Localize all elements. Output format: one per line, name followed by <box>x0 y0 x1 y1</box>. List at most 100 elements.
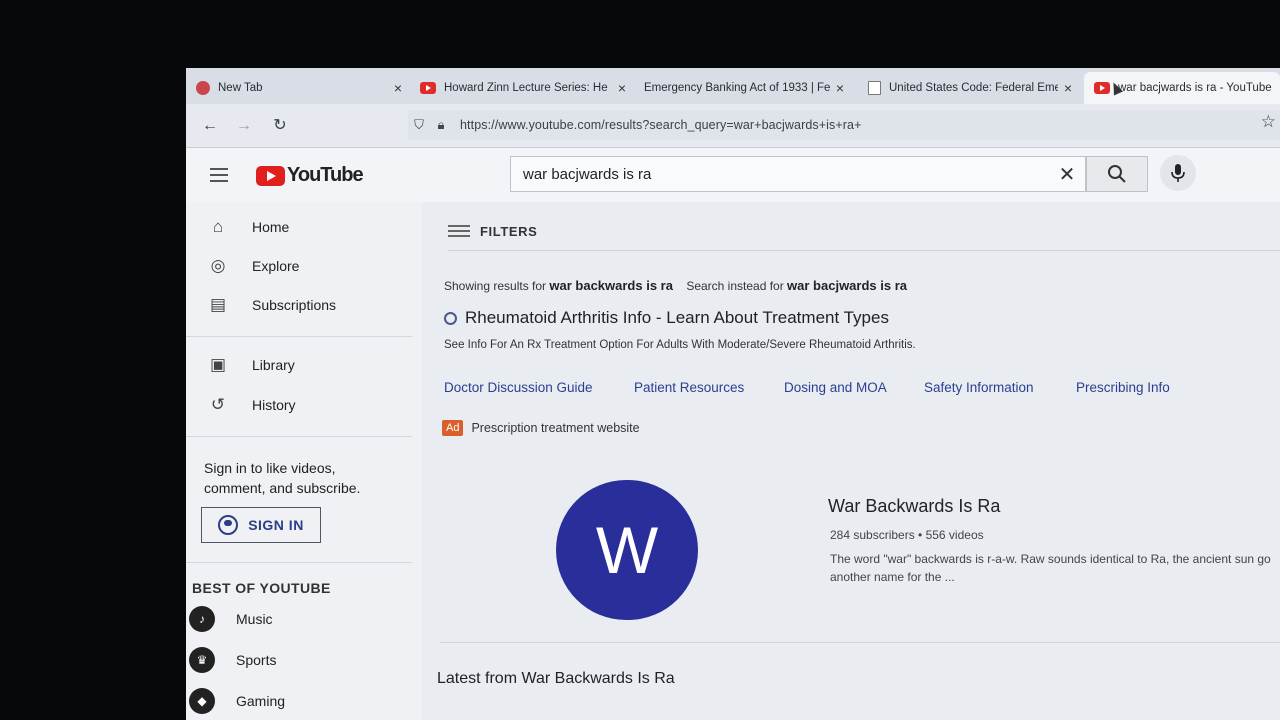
globe-icon <box>444 311 457 325</box>
channel-stats: 284 subscribers • 556 videos <box>830 528 984 542</box>
red-circle-icon <box>196 81 210 95</box>
channel-description: The word "war" backwards is r-a-w. Raw s… <box>830 552 1271 584</box>
ad-label-text: Prescription treatment website <box>471 421 640 435</box>
ad-link-safety-info[interactable]: Safety Information <box>924 380 1034 395</box>
sidebar-item-library[interactable]: ▣ Library <box>186 346 416 384</box>
sidebar: ⌂ Home ◎ Explore ▤ Subscriptions ▣ Libra… <box>186 202 422 720</box>
tab-new-tab[interactable]: New Tab × <box>186 72 408 104</box>
search-input[interactable] <box>511 157 1049 191</box>
filter-icon <box>448 222 470 240</box>
sidebar-item-label: Library <box>252 357 295 373</box>
voice-search-button[interactable] <box>1160 155 1196 191</box>
close-icon[interactable]: × <box>1058 80 1078 96</box>
sidebar-item-label: Music <box>236 611 273 627</box>
sidebar-item-label: History <box>252 397 296 413</box>
logo-text: YouTube <box>287 164 364 186</box>
account-icon <box>218 515 239 535</box>
close-icon[interactable]: × <box>612 80 632 96</box>
subscriptions-icon: ▤ <box>209 295 227 314</box>
bookmark-star-icon[interactable]: ☆ <box>1261 112 1276 132</box>
sidebar-divider <box>186 562 412 563</box>
channel-avatar[interactable]: W <box>556 480 698 620</box>
sidebar-divider <box>186 436 412 437</box>
ad-label: Ad Prescription treatment website <box>442 420 640 436</box>
compass-icon: ◎ <box>210 256 226 275</box>
search-box: ✕ <box>510 156 1086 192</box>
trophy-icon: ♛ <box>189 647 215 673</box>
tab-us-code[interactable]: United States Code: Federal Eme × <box>858 72 1078 104</box>
search-icon <box>1108 165 1126 183</box>
close-icon[interactable]: × <box>830 80 850 96</box>
ad-link-patient-resources[interactable]: Patient Resources <box>634 380 744 395</box>
sidebar-item-subscriptions[interactable]: ▤ Subscriptions <box>186 286 416 324</box>
ad-badge: Ad <box>442 420 464 436</box>
filters-button[interactable]: FILTERS <box>448 222 537 240</box>
search-results: FILTERS Showing results for war backward… <box>422 202 1280 720</box>
browser-window: New Tab × Howard Zinn Lecture Series: He… <box>186 68 1280 720</box>
reload-icon[interactable]: ↻ <box>270 116 290 136</box>
shield-icon[interactable]: ⛉ <box>408 117 430 133</box>
history-icon: ↺ <box>210 395 226 414</box>
sidebar-item-label: Sports <box>236 652 277 668</box>
sidebar-item-sports[interactable]: ♛ Sports <box>186 643 276 677</box>
tab-strip: New Tab × Howard Zinn Lecture Series: He… <box>186 68 1280 104</box>
sidebar-item-history[interactable]: ↺ History <box>186 386 416 424</box>
youtube-icon <box>1094 82 1110 94</box>
close-icon[interactable]: × <box>388 80 408 96</box>
masthead: YouTube ✕ <box>186 148 1280 202</box>
home-icon: ⌂ <box>212 217 224 236</box>
ad-link-doctor-guide[interactable]: Doctor Discussion Guide <box>444 380 593 395</box>
ad-description: See Info For An Rx Treatment Option For … <box>444 339 916 351</box>
tab-title: Emergency Banking Act of 1933 | Fe <box>644 82 830 94</box>
spelling-correction: Showing results for war backwards is ra … <box>444 278 907 293</box>
address-bar[interactable]: ⛉ 🔒︎ https://www.youtube.com/results?sea… <box>408 110 1280 140</box>
tab-title: war bacjwards is ra - YouTube <box>1118 82 1272 94</box>
youtube-icon <box>420 82 436 94</box>
sidebar-item-home[interactable]: ⌂ Home <box>186 208 416 246</box>
microphone-icon <box>1171 164 1185 182</box>
channel-name[interactable]: War Backwards Is Ra <box>828 496 1000 517</box>
music-icon: ♪ <box>189 606 215 632</box>
forward-icon[interactable]: → <box>234 116 254 136</box>
tab-emergency-banking[interactable]: Emergency Banking Act of 1933 | Fe × <box>634 72 850 104</box>
corrected-query-link[interactable]: war backwards is ra <box>549 278 673 293</box>
navigation-bar: ← → ↻ ⛉ 🔒︎ https://www.youtube.com/resul… <box>186 104 1280 148</box>
tab-title: New Tab <box>218 82 263 94</box>
library-icon: ▣ <box>209 355 227 374</box>
back-icon[interactable]: ← <box>200 116 220 136</box>
menu-icon[interactable] <box>210 168 228 182</box>
sidebar-item-label: Subscriptions <box>252 297 337 313</box>
url-text[interactable]: https://www.youtube.com/results?search_q… <box>460 118 862 132</box>
document-icon <box>868 81 881 95</box>
results-divider <box>440 642 1280 643</box>
youtube-page: YouTube ✕ ⌂ Home ◎ Explore <box>186 148 1280 720</box>
sidebar-item-gaming[interactable]: ◆ Gaming <box>186 684 285 718</box>
sign-in-label: SIGN IN <box>248 517 304 533</box>
sidebar-item-explore[interactable]: ◎ Explore <box>186 247 416 285</box>
ad-title-text: Rheumatoid Arthritis Info - Learn About … <box>465 308 889 327</box>
original-query-link[interactable]: war bacjwards is ra <box>787 278 907 293</box>
sidebar-item-label: Gaming <box>236 693 286 709</box>
lock-icon[interactable]: 🔒︎ <box>430 117 452 133</box>
tab-howard-zinn[interactable]: Howard Zinn Lecture Series: He × <box>410 72 632 104</box>
sidebar-divider <box>186 336 412 337</box>
sign-in-button[interactable]: SIGN IN <box>201 507 321 543</box>
clear-icon[interactable]: ✕ <box>1049 162 1085 187</box>
sidebar-item-music[interactable]: ♪ Music <box>186 602 273 636</box>
ad-title-link[interactable]: Rheumatoid Arthritis Info - Learn About … <box>444 308 889 328</box>
youtube-play-icon <box>256 165 285 186</box>
gamepad-icon: ◆ <box>189 688 215 714</box>
signin-prompt: Sign in to like videos, comment, and sub… <box>204 460 361 496</box>
tab-title: United States Code: Federal Eme <box>889 82 1058 94</box>
youtube-logo[interactable]: YouTube <box>256 164 364 187</box>
ad-link-prescribing-info[interactable]: Prescribing Info <box>1076 380 1170 395</box>
filters-divider <box>448 250 1280 251</box>
latest-heading: Latest from War Backwards Is Ra <box>437 670 675 687</box>
ad-link-dosing-moa[interactable]: Dosing and MOA <box>784 380 887 395</box>
instead-prefix: Search instead for <box>686 279 784 293</box>
search-button[interactable] <box>1086 156 1148 192</box>
filters-label: FILTERS <box>480 223 538 239</box>
sidebar-item-label: Explore <box>252 258 300 274</box>
sidebar-item-label: Home <box>252 219 290 235</box>
showing-prefix: Showing results for <box>444 279 547 293</box>
